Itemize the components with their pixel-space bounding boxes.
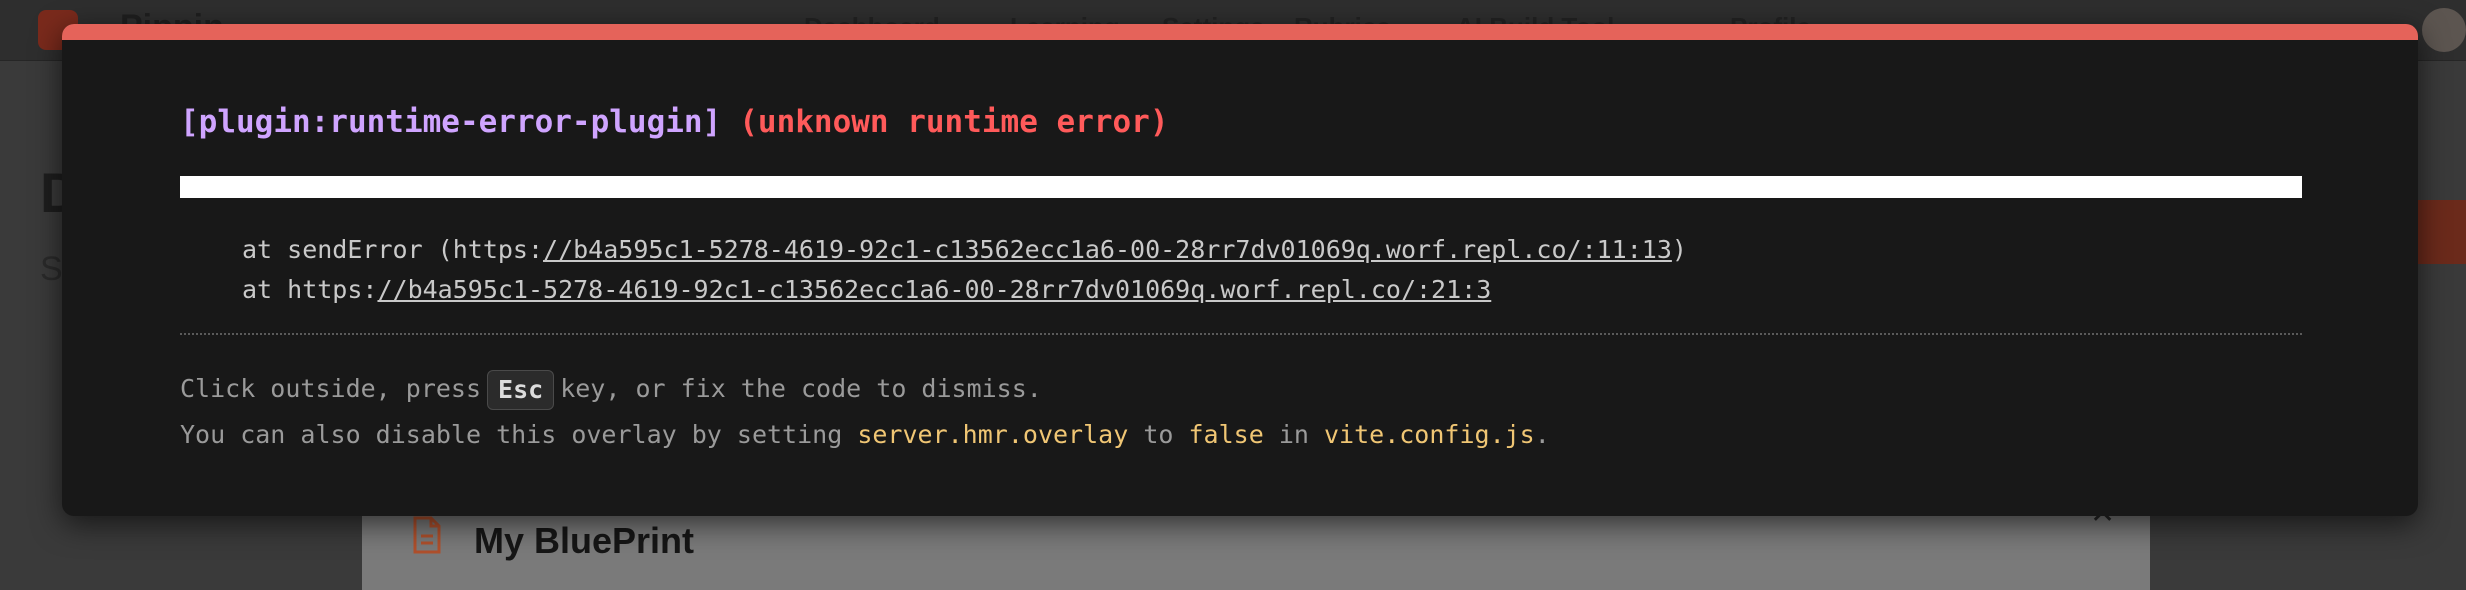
error-plugin: [plugin:runtime-error-plugin] [180,104,722,140]
config-key: server.hmr.overlay [857,420,1129,449]
document-icon [413,516,441,554]
error-title: [plugin:runtime-error-plugin] (unknown ru… [180,104,1169,140]
stack-link[interactable]: //b4a595c1-5278-4619-92c1-c13562ecc1a6-0… [377,275,1491,304]
avatar[interactable] [2422,8,2466,52]
config-file: vite.config.js [1324,420,1535,449]
dialog-title: My BluePrint [474,520,695,561]
stack-trace: at sendError (https://b4a595c1-5278-4619… [242,230,1687,310]
overlay-accent-bar [62,24,2418,40]
code-frame [180,176,2302,198]
dismiss-tip: Click outside, press Esc key, or fix the c… [180,366,1550,458]
error-message: (unknown runtime error) [739,104,1169,140]
stack-line: at https://b4a595c1-5278-4619-92c1-c1356… [242,275,1492,304]
divider [180,333,2302,335]
stack-line: at sendError (https://b4a595c1-5278-4619… [242,235,1687,264]
config-value: false [1188,420,1264,449]
tip-line-2: You can also disable this overlay by set… [180,420,1550,449]
tip-line-1: Click outside, press Esc key, or fix the c… [180,366,1550,412]
page-subtitle: S [40,250,63,288]
esc-key: Esc [487,370,555,410]
stack-link[interactable]: //b4a595c1-5278-4619-92c1-c13562ecc1a6-0… [543,235,1672,264]
error-overlay[interactable]: [plugin:runtime-error-plugin] (unknown ru… [62,24,2418,516]
